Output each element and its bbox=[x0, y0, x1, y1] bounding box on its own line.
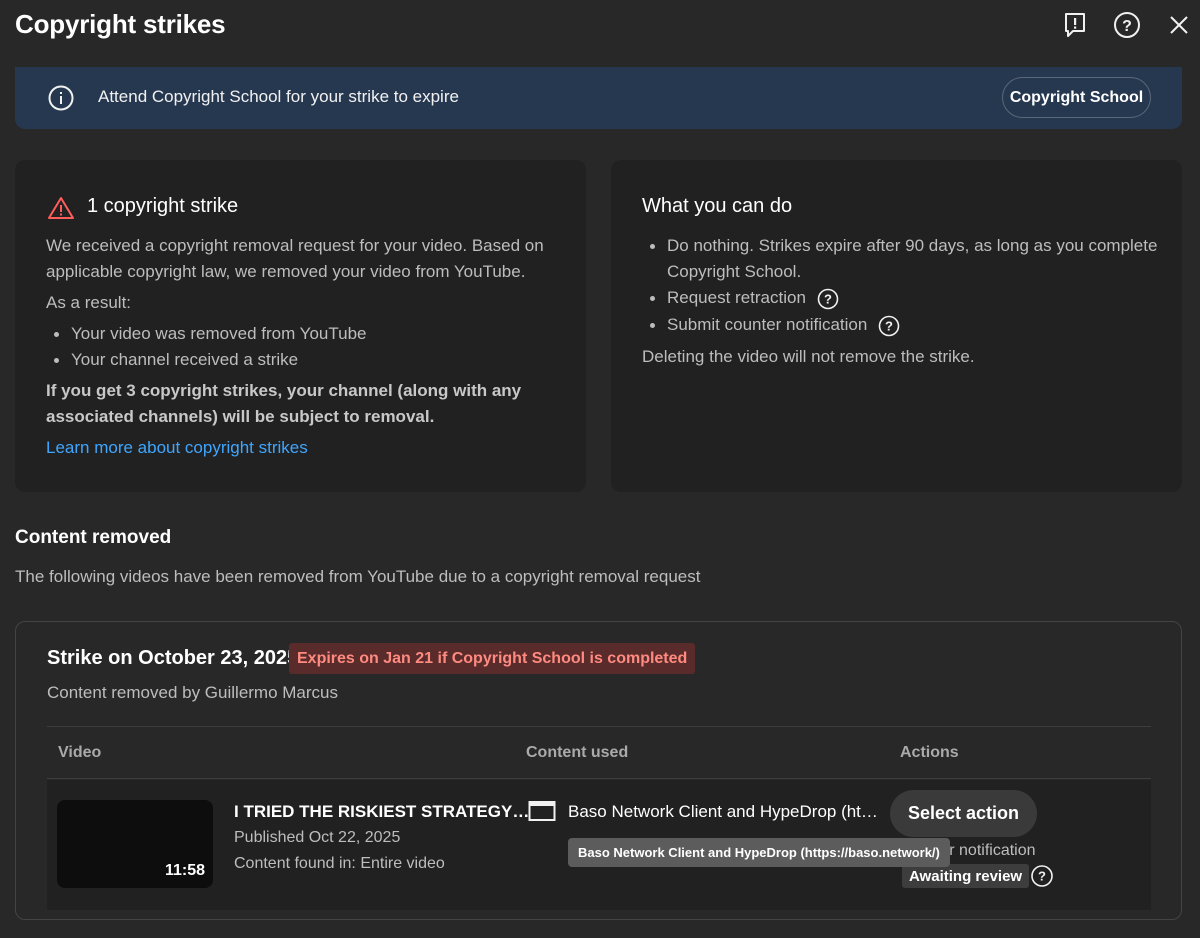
result-bullet-removed: Your video was removed from YouTube bbox=[53, 321, 366, 347]
page-title: Copyright strikes bbox=[15, 9, 226, 39]
removal-explanation-line2: applicable copyright law, we removed you… bbox=[46, 262, 526, 281]
content-used-title[interactable]: Baso Network Client and HypeDrop (ht… bbox=[568, 802, 878, 822]
video-duration: 11:58 bbox=[164, 862, 205, 879]
svg-text:?: ? bbox=[1122, 18, 1132, 35]
options-heading: What you can do bbox=[642, 195, 793, 217]
status-help-icon[interactable]: ? bbox=[1030, 864, 1054, 888]
strike-summary-card: 1 copyright strike We received a copyrig… bbox=[15, 160, 586, 492]
column-header-content-used: Content used bbox=[526, 744, 629, 761]
video-thumbnail[interactable]: 11:58 bbox=[57, 800, 213, 888]
content-removed-subtitle: The following videos have been removed f… bbox=[15, 567, 701, 586]
content-found-in: Content found in: Entire video bbox=[234, 855, 445, 872]
svg-text:?: ? bbox=[824, 291, 832, 306]
strike-date-title: Strike on October 23, 2025 bbox=[47, 647, 299, 669]
delete-note: Deleting the video will not remove the s… bbox=[642, 347, 975, 366]
warning-icon bbox=[48, 197, 74, 219]
help-icon[interactable]: ? bbox=[1112, 10, 1142, 40]
retraction-help-icon[interactable]: ? bbox=[817, 288, 839, 310]
as-result-label: As a result: bbox=[46, 293, 132, 312]
video-published-date: Published Oct 22, 2025 bbox=[234, 829, 401, 846]
svg-text:?: ? bbox=[885, 318, 893, 333]
option-do-nothing-line2: Copyright School. bbox=[667, 262, 802, 281]
column-header-video: Video bbox=[58, 744, 102, 761]
removal-explanation-line1: We received a copyright removal request … bbox=[46, 236, 544, 255]
close-icon[interactable] bbox=[1164, 10, 1194, 40]
option-counter-notification: Submit counter notification ? bbox=[649, 312, 900, 338]
option-request-retraction: Request retraction ? bbox=[650, 285, 839, 311]
content-removed-title: Content removed bbox=[15, 527, 172, 548]
video-frame-icon bbox=[528, 801, 556, 821]
status-badge: Awaiting review bbox=[902, 864, 1030, 888]
svg-text:?: ? bbox=[1038, 869, 1046, 884]
learn-more-link[interactable]: Learn more about copyright strikes bbox=[46, 438, 308, 458]
banner-text: Attend Copyright School for your strike … bbox=[98, 87, 459, 106]
dialog-header: Copyright strikes ? bbox=[0, 0, 1200, 56]
options-card: What you can do Do nothing. Strikes expi… bbox=[611, 160, 1182, 492]
select-action-button[interactable]: Select action bbox=[890, 790, 1037, 837]
warning-line2: associated channels) will be subject to … bbox=[46, 407, 435, 426]
info-icon bbox=[48, 85, 74, 111]
content-used-tooltip: Baso Network Client and HypeDrop (https:… bbox=[568, 838, 950, 867]
video-title[interactable]: I TRIED THE RISKIEST STRATEGY… bbox=[234, 802, 529, 822]
strike-count-heading: 1 copyright strike bbox=[87, 195, 239, 217]
option-do-nothing-line1: Do nothing. Strikes expire after 90 days… bbox=[649, 233, 1157, 259]
request-retraction-label: Request retraction bbox=[667, 288, 806, 307]
warning-line1: If you get 3 copyright strikes, your cha… bbox=[46, 381, 522, 400]
removed-by-text: Content removed by Guillermo Marcus bbox=[47, 683, 339, 702]
result-bullet-strike: Your channel received a strike bbox=[53, 347, 298, 373]
expiry-badge: Expires on Jan 21 if Copyright School is… bbox=[289, 643, 696, 674]
strike-detail-box: Strike on October 23, 2025 Expires on Ja… bbox=[15, 621, 1182, 920]
counter-notification-label: Submit counter notification bbox=[667, 315, 868, 334]
column-header-actions: Actions bbox=[900, 744, 959, 761]
counter-notification-help-icon[interactable]: ? bbox=[878, 315, 900, 337]
table-divider bbox=[47, 726, 1151, 727]
feedback-icon[interactable] bbox=[1060, 10, 1090, 40]
table-divider bbox=[47, 778, 1151, 779]
copyright-school-button[interactable]: Copyright School bbox=[1002, 77, 1151, 118]
copyright-school-banner: Attend Copyright School for your strike … bbox=[15, 67, 1182, 129]
